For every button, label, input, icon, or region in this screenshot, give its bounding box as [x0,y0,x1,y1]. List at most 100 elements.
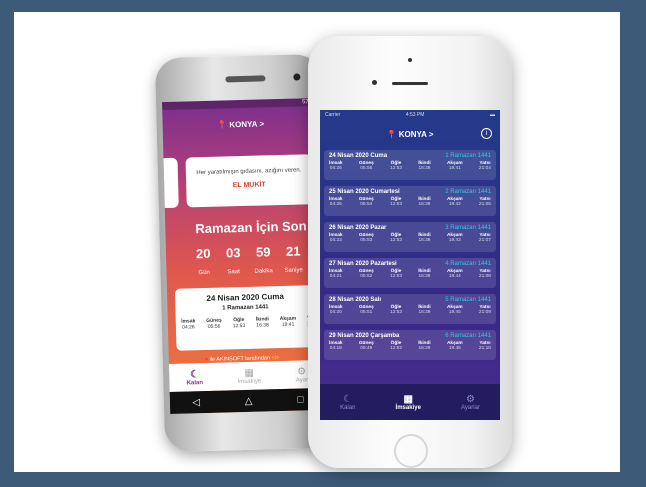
days-value: 20 [195,245,211,262]
name-of-god: EL MUKİT [232,181,266,190]
time-value: 05:52 [360,274,373,279]
tab-imsakiye[interactable]: ▦ İmsakiye [396,394,421,411]
time-value: 21:05 [478,202,491,207]
back-button[interactable]: ◁ [192,397,200,408]
time-value: 16:38 [418,274,431,279]
location-selector[interactable]: 📍 KONYA > [320,122,500,139]
time-cell: Güneş 05:49 [359,341,374,351]
day-date: 25 Nisan 2020 Cumartesi [329,189,400,195]
time-value: 12:53 [232,322,246,330]
tab-label: Ayarlar [461,404,480,411]
time-value: 21:04 [478,166,491,171]
time-value: 04:20 [329,310,342,315]
time-value: 19:45 [448,310,461,315]
imsakiye-list: 24 Nisan 2020 Cuma 1 Ramazan 1441 İmsak 04:… [320,150,500,360]
time-cell: Öğle 12:53 [390,197,402,207]
quote-text: Her yaratılmışın gıdasını, azığını veren… [196,167,302,177]
time-cell: Güneş 05:53 [359,233,374,243]
time-cell: İmsak 04:23 [329,233,343,243]
android-phone: 57% 📍 KONYA > Her yaratılmışın gıdasını,… [154,53,332,453]
today-times: İmsak 04:26 Güneş 05:56 Öğle 12:53 İkindi 16… [176,315,316,331]
day-hijri: 2 Ramazan 1441 [445,189,491,195]
home-button[interactable]: △ [245,395,253,406]
front-sensor [408,58,412,62]
tab-kalan[interactable]: ☾ Kalan [340,394,355,411]
tab-ayarlar[interactable]: ⚙ Ayar [295,366,308,383]
time-cell: İmsak 04:26 [329,161,343,171]
time-value: 12:53 [389,202,402,207]
time-cell: Güneş 05:56 [359,161,374,171]
android-nav-bar: ◁ △ □ [169,387,327,414]
time-value: 16:39 [418,310,431,315]
status-bar: 57% [162,97,319,111]
time-cell: İkindi 16:39 [418,341,431,351]
time-value: 04:26 [182,324,195,331]
time-cell: Güneş 05:54 [359,197,374,207]
day-row-header: 29 Nisan 2020 Çarşamba 6 Ramazan 1441 [329,333,491,339]
time-value: 16:38 [256,322,269,329]
time-cell: Yatsı 21:07 [479,233,491,243]
day-row[interactable]: 25 Nisan 2020 Cumartesi 2 Ramazan 1441 İms… [324,186,496,216]
recents-button[interactable]: □ [297,394,303,405]
tab-ayarlar[interactable]: ⚙ Ayarlar [461,394,480,411]
time-cell: İmsak 04:25 [329,197,343,207]
time-cell: Akşam 19:41 [280,316,297,328]
info-icon[interactable]: i [481,128,492,139]
day-row[interactable]: 24 Nisan 2020 Cuma 1 Ramazan 1441 İmsak 04:… [324,150,496,180]
seconds-value: 21 [285,243,301,259]
day-row-header: 26 Nisan 2020 Pazar 3 Ramazan 1441 [329,225,491,231]
time-cell: Öğle 12:53 [390,233,402,243]
time-value: 19:44 [448,274,461,279]
time-cell: Yatsı 21:05 [479,197,491,207]
time-value: 16:38 [418,238,431,243]
time-value: 19:41 [448,166,461,171]
day-row[interactable]: 29 Nisan 2020 Çarşamba 6 Ramazan 1441 İmsa… [324,330,496,360]
time-cell: Güneş 05:51 [359,305,374,315]
time-value: 12:53 [389,238,402,243]
day-row[interactable]: 28 Nisan 2020 Salı 5 Ramazan 1441 İmsak 04:… [324,294,496,324]
location-label: KONYA > [229,119,265,130]
iphone-screen: Carrier 4:53 PM ▬ 📍 KONYA > i 24 Nisan 2… [320,110,500,420]
location-selector[interactable]: 📍 KONYA > [163,118,319,131]
time-value: 19:43 [448,238,461,243]
day-row-header: 25 Nisan 2020 Cumartesi 2 Ramazan 1441 [329,189,491,195]
android-screen: 57% 📍 KONYA > Her yaratılmışın gıdasını,… [162,97,327,414]
time-cell: Akşam 19:45 [447,341,463,351]
time-cell: İkindi 16:38 [418,197,431,207]
tab-imsakiye[interactable]: ▦ İmsakiye [237,367,261,384]
previous-card[interactable] [162,157,179,209]
time-cell: Güneş 05:52 [359,269,374,279]
tab-label: Kalan [186,379,204,387]
day-date: 29 Nisan 2020 Çarşamba [329,333,400,339]
day-times: İmsak 04:25 Güneş 05:54 Öğle 12:53 İkindi 16:38… [329,197,491,207]
time-value: 19:45 [448,346,461,351]
white-frame: 57% 📍 KONYA > Her yaratılmışın gıdasını,… [14,12,620,472]
status-bar: Carrier 4:53 PM ▬ [320,110,500,122]
seconds-unit: Saniye [284,267,303,274]
home-button[interactable] [394,434,428,468]
time-cell: Öğle 12:53 [390,305,402,315]
time-cell: Yatsı 21:04 [479,161,491,171]
time-cell: İmsak 04:21 [329,269,343,279]
tab-kalan[interactable]: ☾ Kalan [186,369,203,386]
time-value: 21:08 [478,274,491,279]
time-cell: Yatsı 21:10 [479,341,491,351]
time-value: 04:26 [329,166,342,171]
today-card[interactable]: 24 Nisan 2020 Cuma 1 Ramazan 1441 İmsak 0… [174,285,317,351]
day-date: 26 Nisan 2020 Pazar [329,225,387,231]
time-value: 21:10 [478,346,491,351]
time-cell: İkindi 16:38 [418,269,431,279]
calendar-icon: ▦ [244,367,255,379]
minutes-value: 59 [255,244,271,260]
time-cell: İkindi 16:38 [418,233,431,243]
day-row-header: 28 Nisan 2020 Salı 5 Ramazan 1441 [329,297,491,303]
day-date: 24 Nisan 2020 Cuma [329,153,388,159]
day-row[interactable]: 27 Nisan 2020 Pazartesi 4 Ramazan 1441 İms… [324,258,496,288]
iphone-tab-bar: ☾ Kalan ▦ İmsakiye ⚙ Ayarlar [320,384,500,420]
day-row[interactable]: 26 Nisan 2020 Pazar 3 Ramazan 1441 İmsak 04… [324,222,496,252]
day-hijri: 1 Ramazan 1441 [445,153,491,159]
time-cell: İkindi 16:38 [256,316,269,328]
tab-label: İmsakiye [395,404,421,411]
day-hijri: 3 Ramazan 1441 [445,225,491,231]
time-cell: İkindi 16:39 [418,305,431,315]
